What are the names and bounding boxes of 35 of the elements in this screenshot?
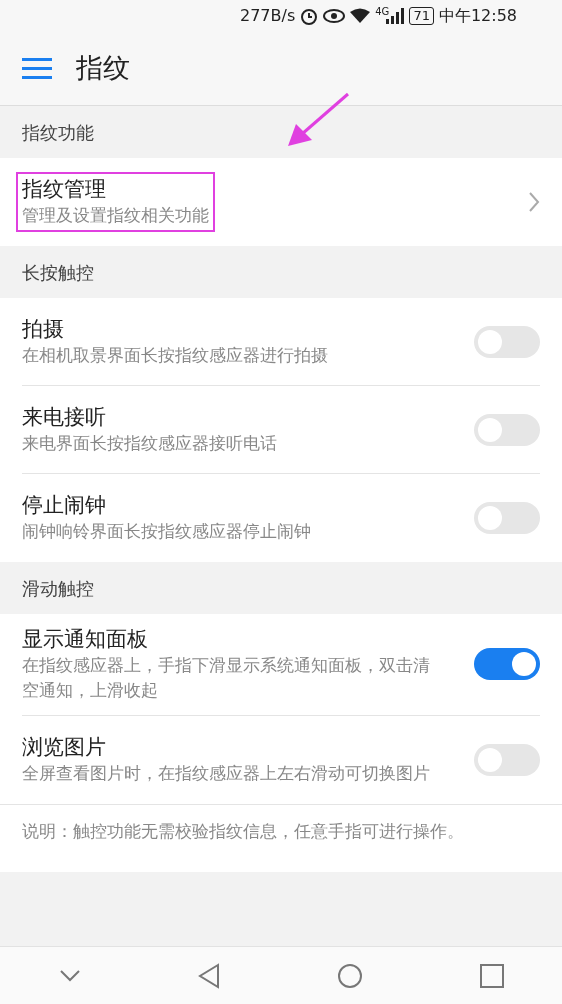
network-type: 4G bbox=[375, 5, 390, 19]
section-header: 长按触控 bbox=[22, 260, 94, 285]
setting-description: 全屏查看图片时，在指纹感应器上左右滑动可切换图片 bbox=[22, 761, 430, 785]
toggle-switch[interactable] bbox=[474, 325, 540, 358]
toggle-switch[interactable] bbox=[474, 413, 540, 446]
menu-icon[interactable] bbox=[22, 57, 52, 80]
setting-title: 拍摄 bbox=[22, 315, 65, 343]
recents-icon[interactable] bbox=[479, 963, 504, 988]
home-icon[interactable] bbox=[336, 962, 363, 989]
wifi-icon bbox=[350, 8, 371, 24]
setting-description: 在相机取景界面长按指纹感应器进行拍摄 bbox=[22, 343, 328, 367]
section-header: 指纹功能 bbox=[22, 120, 94, 145]
chevron-icon[interactable] bbox=[528, 191, 540, 213]
back-icon[interactable] bbox=[197, 962, 220, 989]
collapse-icon[interactable] bbox=[58, 968, 81, 983]
alarm-icon bbox=[300, 7, 319, 25]
setting-title: 停止闹钟 bbox=[22, 492, 107, 520]
clock-time: 中午12:58 bbox=[438, 5, 518, 27]
setting-title: 显示通知面板 bbox=[22, 626, 149, 653]
note-text: 说明：触控功能无需校验指纹信息，任意手指可进行操作。 bbox=[0, 803, 562, 873]
toggle-switch[interactable] bbox=[474, 743, 540, 776]
section-header: 滑动触控 bbox=[22, 576, 94, 601]
setting-title: 浏览图片 bbox=[22, 733, 107, 761]
page-title: 指纹 bbox=[76, 51, 130, 86]
network-speed: 277B/s bbox=[240, 5, 296, 27]
setting-description: 在指纹感应器上，手指下滑显示系统通知面板，双击清空通知，上滑收起 bbox=[22, 654, 431, 702]
setting-description: 来电界面长按指纹感应器接听电话 bbox=[22, 431, 277, 455]
setting-title: 来电接听 bbox=[22, 403, 107, 431]
setting-description: 管理及设置指纹相关功能 bbox=[22, 204, 209, 228]
toggle-switch[interactable] bbox=[474, 648, 540, 681]
toggle-switch[interactable] bbox=[474, 502, 540, 534]
battery-level: 71 bbox=[409, 7, 434, 25]
setting-description: 闹钟响铃界面长按指纹感应器停止闹钟 bbox=[22, 520, 311, 544]
eye-icon bbox=[323, 8, 346, 24]
setting-title: 指纹管理 bbox=[22, 176, 107, 204]
